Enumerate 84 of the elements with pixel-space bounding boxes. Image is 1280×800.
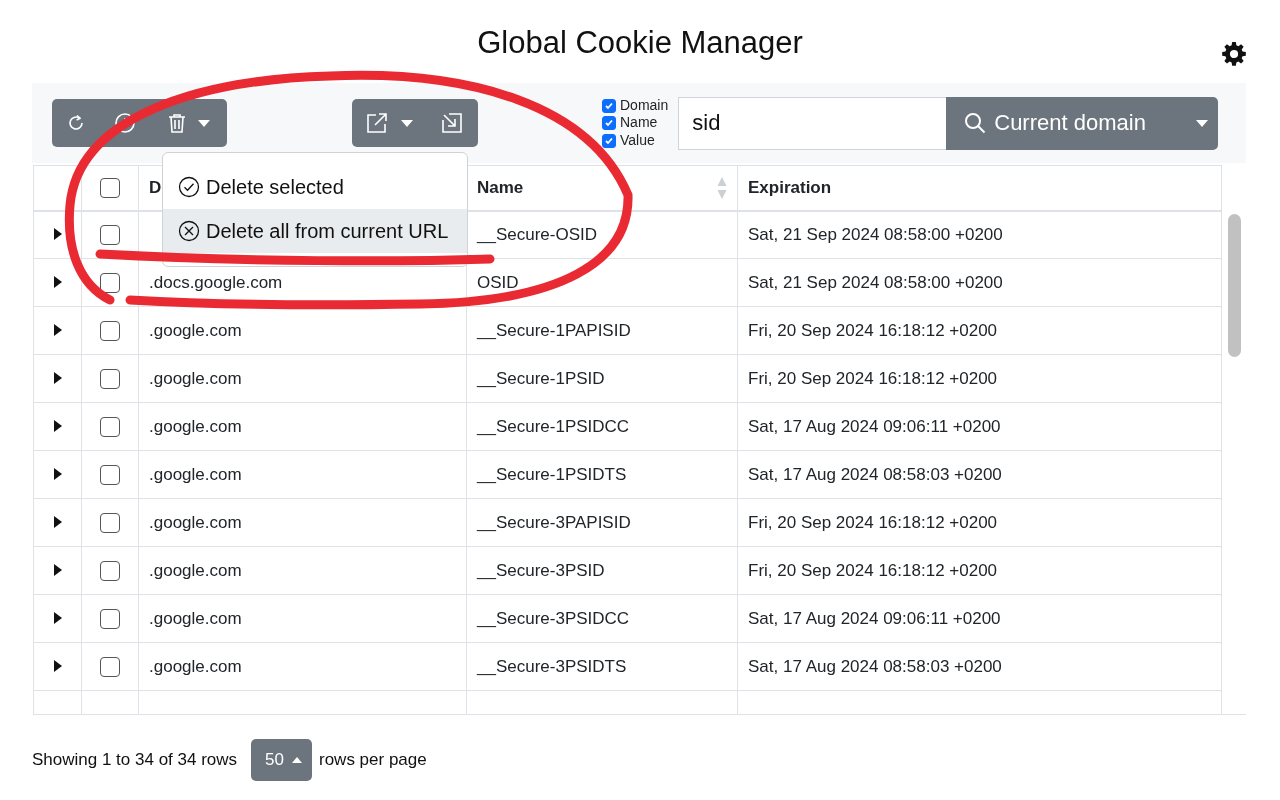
name-cell: __Secure-1PSIDTS — [477, 464, 627, 484]
expiration-cell: Fri, 20 Sep 2024 16:18:12 +0200 — [748, 368, 998, 388]
domain-cell: .google.com — [149, 416, 242, 436]
page-size-dropdown[interactable]: 50 — [251, 739, 312, 781]
settings-icon[interactable] — [1221, 41, 1247, 67]
plus-circle-icon — [114, 112, 136, 134]
column-header[interactable]: Name — [477, 177, 524, 198]
row-checkbox[interactable] — [100, 416, 120, 437]
domain-cell: .google.com — [149, 608, 242, 628]
app-title: Global Cookie Manager — [477, 24, 803, 61]
domain-cell: .google.com — [149, 512, 242, 532]
check-circle-icon — [178, 176, 200, 198]
expand-icon[interactable] — [52, 227, 63, 240]
export-icon — [364, 111, 389, 135]
name-cell: __Secure-3PSIDTS — [477, 656, 627, 676]
import-icon — [440, 112, 463, 134]
rows-per-page-label: rows per page — [319, 750, 427, 770]
expiration-cell: Sat, 17 Aug 2024 09:06:11 +0200 — [748, 416, 1001, 436]
scrollbar-thumb[interactable] — [1228, 214, 1241, 357]
row-checkbox[interactable] — [100, 608, 120, 629]
domain-cell: .google.com — [149, 560, 242, 580]
filter-checkbox[interactable] — [602, 133, 616, 148]
row-checkbox[interactable] — [100, 178, 120, 198]
name-cell: __Secure-1PSIDCC — [477, 416, 630, 436]
domain-cell: .google.com — [149, 320, 242, 340]
search-button[interactable]: Current domain — [946, 96, 1219, 150]
expiration-cell: Sat, 21 Sep 2024 08:58:00 +0200 — [748, 224, 1003, 244]
checkmark-icon — [604, 118, 614, 128]
caret-icon — [292, 757, 302, 763]
expand-icon[interactable] — [52, 275, 63, 288]
domain-cell: .docs.google.com — [149, 272, 283, 292]
row-checkbox[interactable] — [100, 464, 120, 485]
pagination-summary: Showing 1 to 34 of 34 rows — [32, 750, 238, 770]
row-checkbox[interactable] — [100, 320, 120, 341]
name-cell: __Secure-3PAPISID — [477, 512, 631, 532]
expand-icon[interactable] — [52, 323, 63, 336]
domain-cell: .google.com — [149, 368, 242, 388]
expand-icon[interactable] — [52, 563, 63, 576]
expiration-cell: Sat, 21 Sep 2024 08:58:00 +0200 — [748, 272, 1003, 292]
filter-checkbox[interactable] — [602, 116, 616, 130]
menu-item[interactable]: Delete selected — [163, 165, 467, 209]
name-cell: __Secure-3PSID — [477, 560, 605, 580]
column-header: Expiration — [748, 177, 832, 198]
expiration-cell: Sat, 17 Aug 2024 08:58:03 +0200 — [748, 464, 1002, 484]
name-cell: __Secure-OSID — [477, 224, 597, 244]
expand-icon[interactable] — [52, 611, 63, 624]
expand-icon[interactable] — [52, 371, 63, 384]
menu-item[interactable]: Delete all from current URL — [163, 209, 467, 253]
row-checkbox[interactable] — [100, 512, 120, 533]
caret-icon — [197, 119, 210, 127]
filter-label: Name — [620, 114, 658, 132]
search-icon — [964, 112, 987, 134]
domain-cell: .google.com — [149, 464, 242, 484]
caret-icon — [400, 119, 413, 127]
checkmark-icon — [604, 135, 614, 146]
x-circle-icon — [178, 220, 200, 242]
row-checkbox[interactable] — [100, 272, 120, 293]
search-field[interactable]: sid — [678, 96, 947, 150]
row-checkbox[interactable] — [100, 656, 120, 677]
name-cell: __Secure-1PSID — [477, 368, 605, 388]
checkmark-icon — [604, 100, 614, 111]
caret-icon — [1196, 119, 1209, 127]
column-header: D — [149, 177, 162, 198]
row-checkbox[interactable] — [100, 560, 120, 581]
row-checkbox[interactable] — [100, 368, 120, 389]
filter-label: Domain — [620, 96, 669, 115]
expand-icon[interactable] — [52, 659, 63, 672]
name-cell: OSID — [477, 272, 519, 292]
domain-cell: .google.com — [149, 656, 242, 676]
refresh-icon — [66, 113, 86, 133]
expiration-cell: Fri, 20 Sep 2024 16:18:12 +0200 — [748, 320, 998, 340]
trash-icon — [167, 113, 186, 133]
expiration-cell: Fri, 20 Sep 2024 16:18:12 +0200 — [748, 512, 998, 532]
expiration-cell: Sat, 17 Aug 2024 09:06:11 +0200 — [748, 608, 1001, 628]
filter-checkbox[interactable] — [602, 98, 616, 113]
expiration-cell: Fri, 20 Sep 2024 16:18:12 +0200 — [748, 560, 998, 580]
expand-icon[interactable] — [52, 467, 63, 480]
expand-icon[interactable] — [52, 515, 63, 528]
name-cell: __Secure-1PAPISID — [477, 320, 631, 340]
expand-icon[interactable] — [52, 419, 63, 432]
row-checkbox[interactable] — [100, 225, 120, 245]
filter-label: Value — [620, 131, 655, 150]
name-cell: __Secure-3PSIDCC — [477, 608, 630, 628]
expiration-cell: Sat, 17 Aug 2024 08:58:03 +0200 — [748, 656, 1002, 676]
